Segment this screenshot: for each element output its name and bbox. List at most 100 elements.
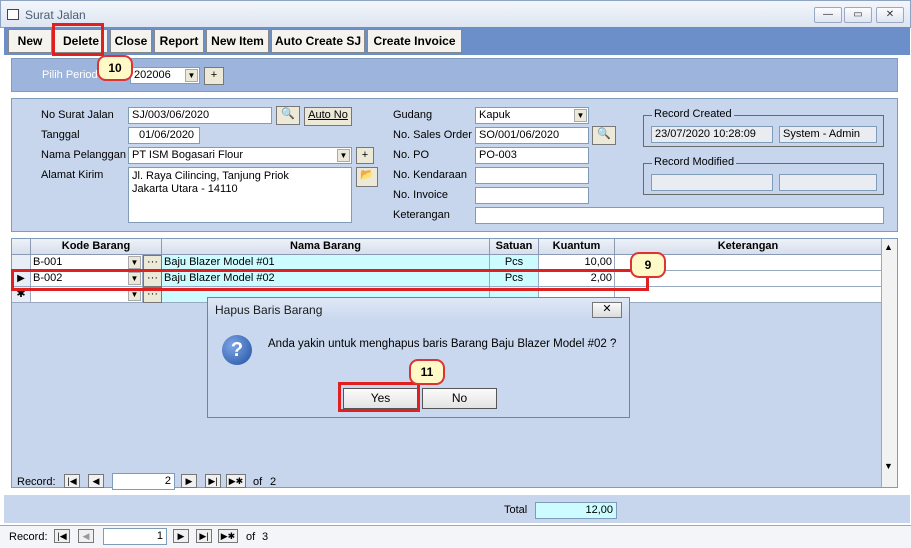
header-satuan[interactable]: Satuan bbox=[490, 239, 539, 255]
first-record-icon[interactable]: |◀ bbox=[64, 474, 80, 488]
alamat-kirim-label: Alamat Kirim bbox=[41, 169, 104, 181]
scroll-down-icon[interactable]: ▼ bbox=[884, 461, 893, 471]
grid-record-of: of bbox=[253, 476, 263, 488]
report-button[interactable]: Report bbox=[154, 29, 204, 53]
last-record-icon[interactable]: ▶| bbox=[205, 474, 221, 488]
close-icon[interactable]: ✕ bbox=[876, 7, 904, 23]
auto-no-button[interactable]: Auto No bbox=[304, 107, 352, 126]
question-icon: ? bbox=[222, 335, 252, 365]
new-item-button[interactable]: New Item bbox=[206, 29, 269, 53]
last-record-icon[interactable]: ▶| bbox=[196, 529, 212, 543]
record-created-user: System - Admin bbox=[779, 126, 877, 143]
chevron-down-icon[interactable]: ▼ bbox=[337, 149, 350, 162]
gudang-label: Gudang bbox=[393, 109, 433, 121]
window-title: Surat Jalan bbox=[25, 8, 86, 22]
total-label: Total bbox=[504, 504, 528, 516]
alamat-kirim-textarea[interactable]: Jl. Raya Cilincing, Tanjung Priok Jakart… bbox=[128, 167, 352, 223]
search-icon[interactable]: 🔍 bbox=[276, 106, 300, 125]
chevron-down-icon[interactable]: ▼ bbox=[128, 256, 141, 269]
nama-pelanggan-label: Nama Pelanggan bbox=[41, 149, 127, 161]
record-input[interactable]: 1 bbox=[103, 528, 167, 545]
next-record-icon[interactable]: ▶ bbox=[173, 529, 189, 543]
close-icon[interactable]: ✕ bbox=[592, 302, 622, 318]
chevron-down-icon[interactable]: ▼ bbox=[185, 69, 198, 82]
grid-record-total: 2 bbox=[270, 476, 277, 488]
prev-record-icon[interactable]: ◀ bbox=[78, 529, 94, 543]
vertical-scrollbar[interactable]: ▲ ▼ bbox=[881, 239, 897, 487]
total-bar: Total 12,00 bbox=[4, 495, 910, 523]
dialog-message: Anda yakin untuk menghapus baris Barang … bbox=[268, 338, 617, 350]
row-selector-header bbox=[12, 239, 31, 255]
no-po-label: No. PO bbox=[393, 149, 430, 161]
grid-record-input[interactable]: 2 bbox=[112, 473, 175, 490]
scroll-up-icon[interactable]: ▲ bbox=[884, 242, 893, 252]
periode-label: Pilih Periode bbox=[42, 69, 104, 81]
tanggal-label: Tanggal bbox=[41, 129, 80, 141]
periode-select[interactable]: 202006 ▼ bbox=[130, 67, 200, 84]
record-total: 3 bbox=[262, 531, 269, 543]
search-icon[interactable]: 🔍 bbox=[592, 126, 616, 145]
no-surat-jalan-input[interactable]: SJ/003/06/2020 bbox=[128, 107, 272, 124]
gudang-select[interactable]: Kapuk ▼ bbox=[475, 107, 589, 124]
record-modified-group: Record Modified bbox=[643, 156, 884, 195]
step-badge-9: 9 bbox=[630, 252, 666, 278]
periode-bar: Pilih Periode 202006 ▼ + bbox=[11, 58, 898, 92]
table-cell-keterangan-new[interactable] bbox=[615, 287, 882, 303]
tanggal-input[interactable]: 01/06/2020 bbox=[128, 127, 200, 144]
alamat-line-1: Jl. Raya Cilincing, Tanjung Priok bbox=[132, 170, 289, 182]
record-created-date: 23/07/2020 10:28:09 bbox=[651, 126, 773, 143]
header-kode-barang[interactable]: Kode Barang bbox=[31, 239, 162, 255]
no-surat-jalan-label: No Surat Jalan bbox=[41, 109, 114, 121]
total-value: 12,00 bbox=[535, 502, 617, 519]
record-of: of bbox=[246, 531, 256, 543]
no-kendaraan-label: No. Kendaraan bbox=[393, 169, 467, 181]
restore-icon[interactable]: ▭ bbox=[844, 7, 872, 23]
new-record-nav-icon[interactable]: ▶✱ bbox=[226, 474, 246, 488]
minimize-icon[interactable]: — bbox=[814, 7, 842, 23]
step-badge-11: 11 bbox=[409, 359, 445, 385]
no-invoice-label: No. Invoice bbox=[393, 189, 449, 201]
folder-open-icon[interactable]: 📂 bbox=[356, 167, 378, 187]
close-button[interactable]: Close bbox=[110, 29, 152, 53]
nama-pelanggan-select[interactable]: PT ISM Bogasari Flour ▼ bbox=[128, 147, 352, 164]
no-sales-order-label: No. Sales Order bbox=[393, 129, 472, 141]
new-record-nav-icon[interactable]: ▶✱ bbox=[218, 529, 238, 543]
toolbar: New Delete Close Report New Item Auto Cr… bbox=[4, 27, 910, 55]
record-modified-label: Record Modified bbox=[652, 156, 737, 168]
grid-record-label: Record: bbox=[17, 476, 56, 488]
row-highlight bbox=[11, 269, 649, 291]
auto-create-sj-button[interactable]: Auto Create SJ bbox=[271, 29, 365, 53]
no-sales-order-input[interactable]: SO/001/06/2020 bbox=[475, 127, 589, 144]
header-panel: No Surat Jalan SJ/003/06/2020 🔍 Auto No … bbox=[11, 98, 898, 232]
create-invoice-button[interactable]: Create Invoice bbox=[367, 29, 462, 53]
nama-pelanggan-value: PT ISM Bogasari Flour bbox=[132, 149, 244, 161]
first-record-icon[interactable]: |◀ bbox=[54, 529, 70, 543]
no-invoice-input[interactable] bbox=[475, 187, 589, 204]
prev-record-icon[interactable]: ◀ bbox=[88, 474, 104, 488]
yes-highlight bbox=[338, 382, 420, 412]
record-modified-date bbox=[651, 174, 773, 191]
form-icon bbox=[7, 9, 19, 20]
add-pelanggan-button[interactable]: + bbox=[356, 147, 374, 164]
delete-highlight bbox=[52, 23, 104, 56]
record-modified-user bbox=[779, 174, 877, 191]
header-nama-barang[interactable]: Nama Barang bbox=[162, 239, 490, 255]
step-badge-10: 10 bbox=[97, 55, 133, 81]
next-record-icon[interactable]: ▶ bbox=[181, 474, 197, 488]
window-titlebar: Surat Jalan — ▭ ✕ bbox=[0, 0, 911, 28]
no-button[interactable]: No bbox=[422, 388, 497, 409]
add-periode-button[interactable]: + bbox=[204, 67, 224, 85]
keterangan-label: Keterangan bbox=[393, 209, 450, 221]
no-kendaraan-input[interactable] bbox=[475, 167, 589, 184]
record-created-group: Record Created 23/07/2020 10:28:09 Syste… bbox=[643, 108, 884, 147]
kode-value: B-001 bbox=[33, 256, 63, 268]
chevron-down-icon[interactable]: ▼ bbox=[574, 109, 587, 122]
keterangan-input[interactable] bbox=[475, 207, 884, 224]
gudang-value: Kapuk bbox=[479, 109, 511, 121]
header-kuantum[interactable]: Kuantum bbox=[539, 239, 615, 255]
record-created-label: Record Created bbox=[652, 108, 734, 120]
record-label: Record: bbox=[9, 531, 48, 543]
dialog-title: Hapus Baris Barang bbox=[208, 298, 629, 322]
new-button[interactable]: New bbox=[8, 29, 52, 53]
no-po-input[interactable]: PO-003 bbox=[475, 147, 589, 164]
